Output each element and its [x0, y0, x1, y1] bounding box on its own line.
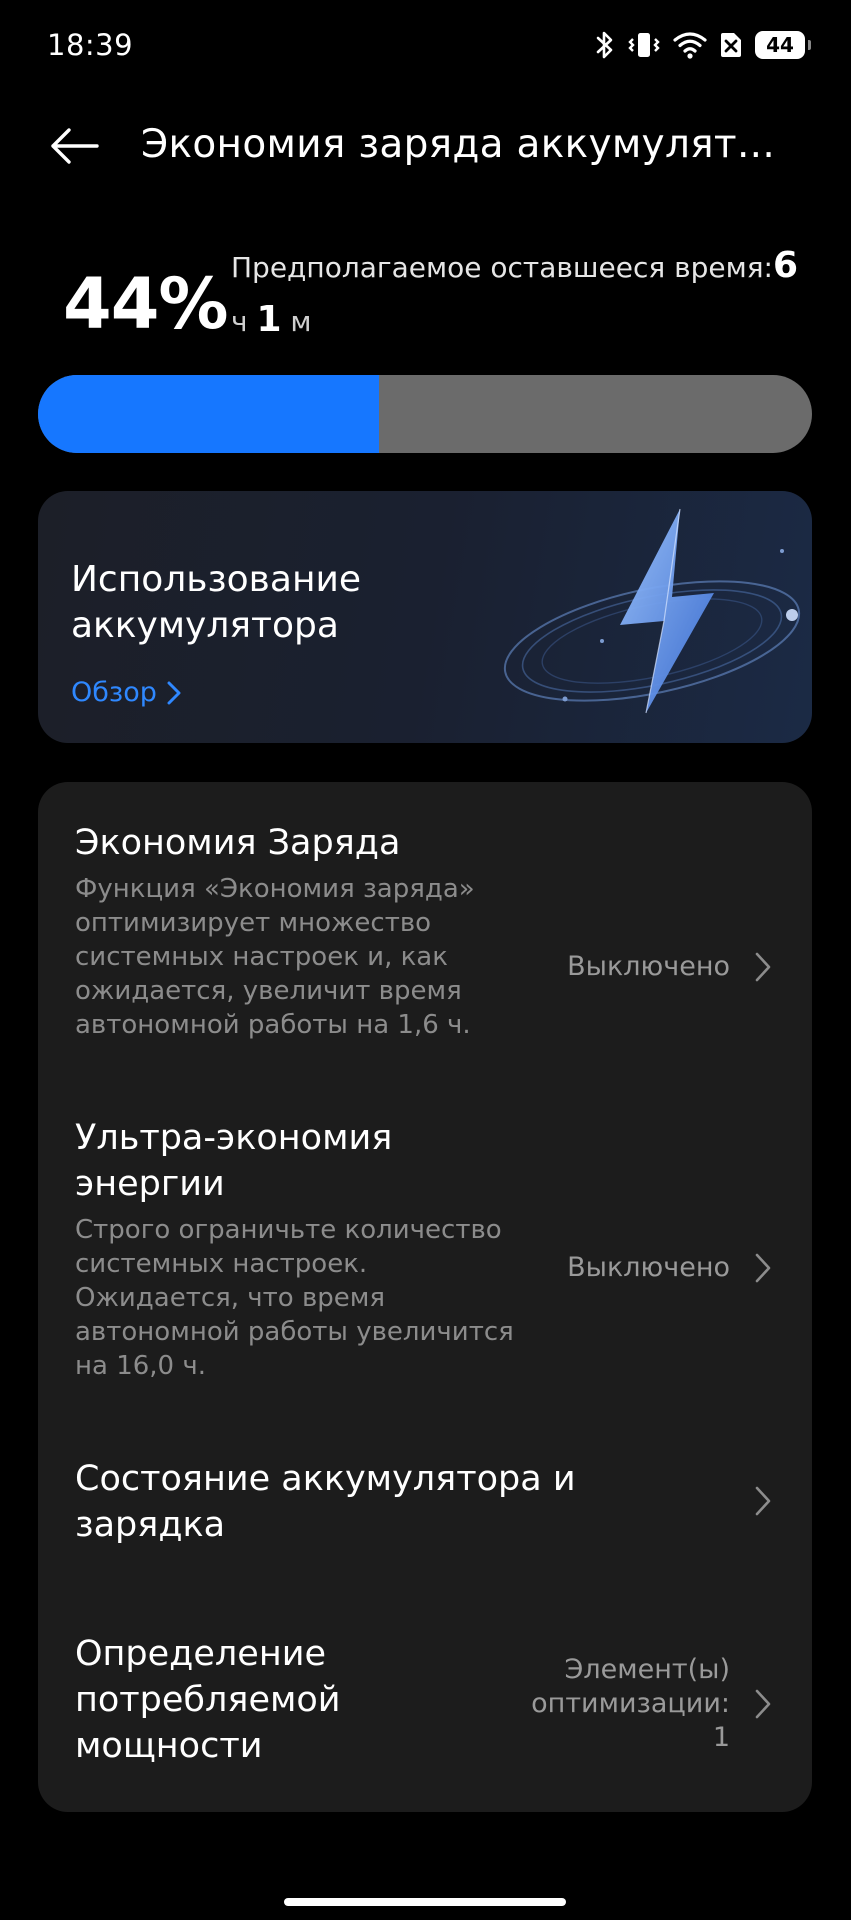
page-title: Экономия заряда аккумулят... — [141, 122, 776, 167]
chevron-right-icon — [755, 1253, 771, 1283]
battery-percent: 44% — [63, 263, 229, 345]
remaining-time: Предполагаемое оставшееся время:6 ч 1 м — [231, 240, 801, 348]
setting-status: Элемент(ы) оптимизации: 1 — [531, 1654, 730, 1753]
overview-link-label: Обзор — [71, 677, 157, 708]
power-settings-list: Экономия Заряда Функция «Экономия заряда… — [38, 782, 812, 1812]
wifi-icon — [673, 31, 707, 59]
ultra-power-saver-row[interactable]: Ультра-экономия энергии Строго ограничьт… — [38, 1115, 812, 1395]
lightning-bolt-illustration — [503, 508, 801, 714]
chevron-right-icon — [755, 1689, 771, 1719]
remaining-minutes: 1 — [256, 299, 282, 340]
status-icons: 44 — [595, 28, 811, 62]
battery-saver-row[interactable]: Экономия Заряда Функция «Экономия заряда… — [38, 820, 812, 1090]
chevron-right-icon — [755, 1486, 771, 1516]
remaining-hours: 6 — [773, 245, 799, 286]
battery-usage-card[interactable]: Использование аккумулятора Обзор — [38, 491, 812, 743]
back-button[interactable] — [40, 118, 110, 174]
overview-link[interactable]: Обзор — [71, 677, 181, 708]
status-bar: 18:39 44 — [0, 0, 851, 92]
battery-health-row[interactable]: Состояние аккумулятора и зарядка — [38, 1456, 812, 1556]
hours-unit: ч — [231, 305, 248, 338]
battery-usage-title: Использование аккумулятора — [71, 559, 362, 646]
setting-title: Состояние аккумулятора и зарядка — [75, 1459, 576, 1545]
minutes-unit: м — [290, 305, 312, 338]
setting-title: Ультра-экономия энергии — [75, 1118, 393, 1204]
battery-icon: 44 — [755, 31, 811, 59]
power-consumption-row[interactable]: Определение потребляемой мощности Элемен… — [38, 1631, 812, 1771]
setting-description: Строго ограничьте количество системных н… — [75, 1215, 514, 1381]
battery-level-fill — [38, 375, 379, 453]
remaining-label: Предполагаемое оставшееся время: — [231, 251, 773, 284]
no-sim-icon — [719, 31, 743, 59]
home-indicator[interactable] — [284, 1898, 566, 1906]
status-time: 18:39 — [47, 28, 134, 62]
app-bar: Экономия заряда аккумулят... — [0, 100, 851, 192]
chevron-right-icon — [755, 952, 771, 982]
chevron-right-icon — [167, 681, 181, 704]
setting-status: Выключено — [567, 1252, 730, 1283]
setting-title: Определение потребляемой мощности — [75, 1634, 341, 1766]
vibrate-icon — [627, 30, 661, 60]
back-arrow-icon — [51, 128, 99, 164]
battery-level-bar — [38, 375, 812, 453]
setting-status: Выключено — [567, 951, 730, 982]
setting-description: Функция «Экономия заряда» оптимизирует м… — [75, 874, 475, 1040]
setting-title: Экономия Заряда — [75, 823, 401, 863]
bluetooth-icon — [595, 30, 615, 60]
